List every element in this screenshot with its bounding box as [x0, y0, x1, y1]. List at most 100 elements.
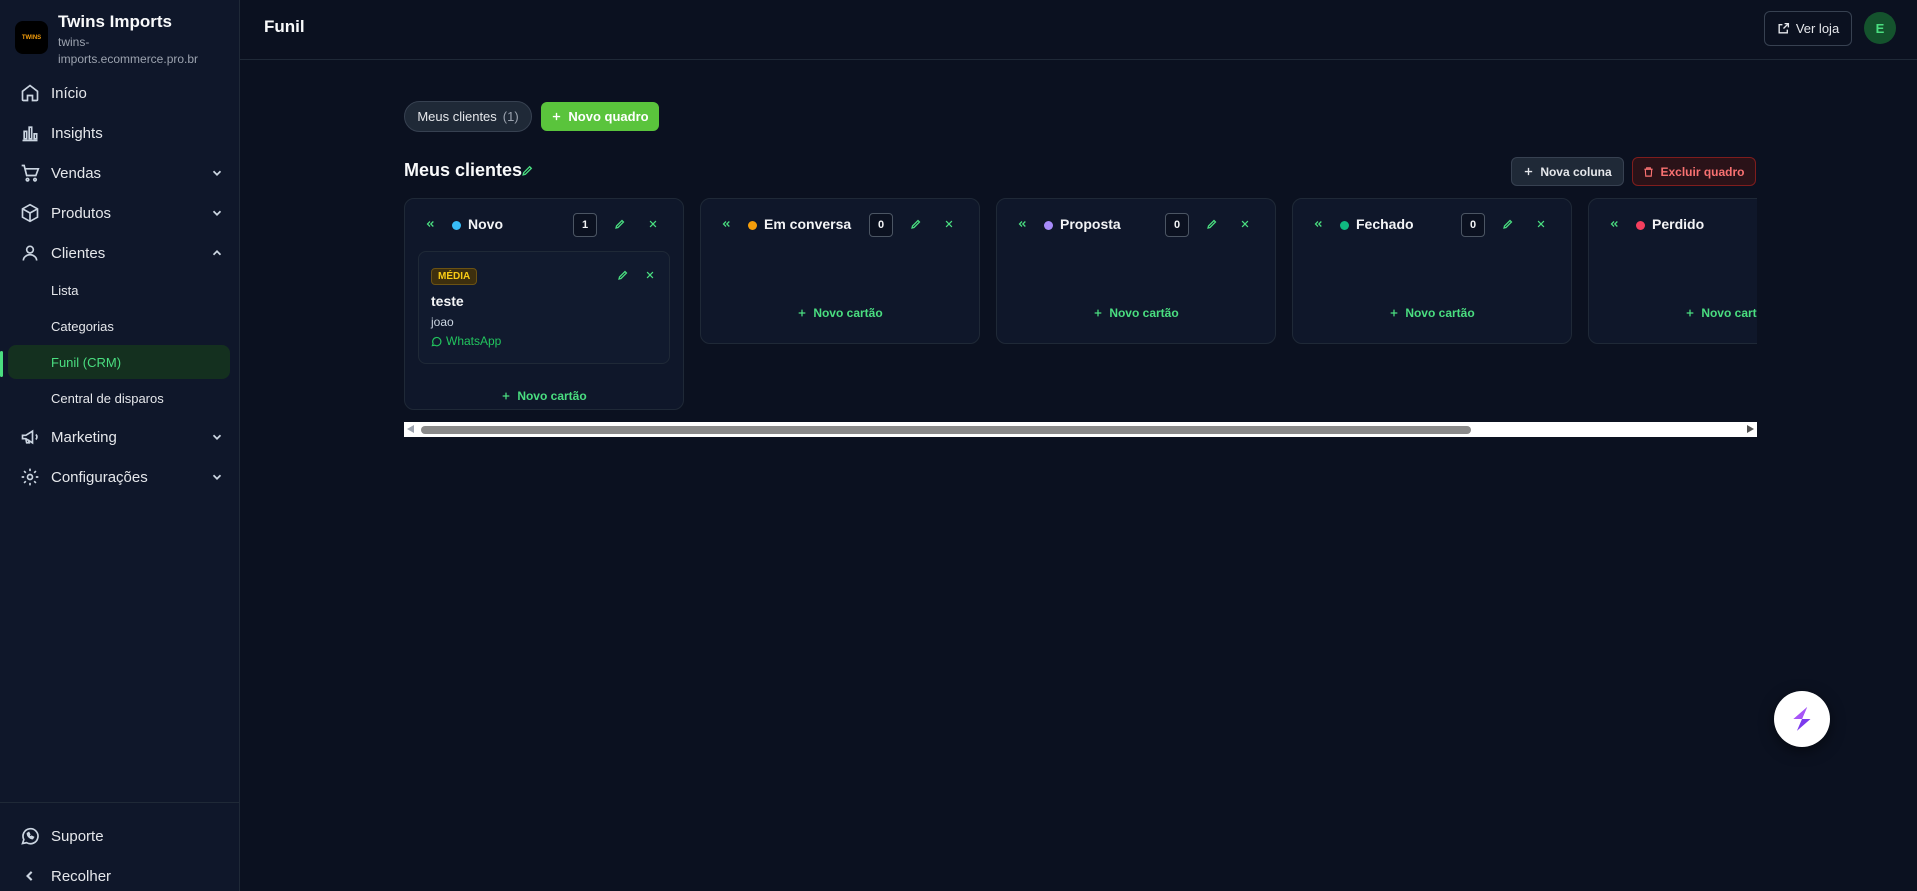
- new-board-button[interactable]: Novo quadro: [541, 102, 659, 131]
- column-color-dot: [1044, 221, 1053, 230]
- sidebar-item-produtos[interactable]: Produtos: [8, 195, 232, 231]
- scrollbar-thumb[interactable]: [421, 426, 1471, 434]
- chevron-down-icon: [210, 470, 224, 484]
- add-card-label: Novo cartão: [1405, 306, 1475, 320]
- active-indicator: [0, 351, 3, 377]
- sidebar-subitem-label: Lista: [51, 282, 79, 298]
- column-count: 1: [573, 213, 597, 237]
- horizontal-scrollbar[interactable]: [404, 422, 1757, 437]
- whatsapp-icon: [431, 336, 442, 347]
- brand-logo: TWINS: [15, 21, 48, 54]
- pencil-icon[interactable]: [910, 218, 922, 230]
- add-card-button[interactable]: Novo cartão: [997, 293, 1275, 333]
- pencil-icon[interactable]: [617, 269, 629, 281]
- card-title: teste: [431, 293, 464, 309]
- column-color-dot: [1340, 221, 1349, 230]
- column-count: 0: [869, 213, 893, 237]
- new-column-button[interactable]: Nova coluna: [1511, 157, 1624, 186]
- board-title: Meus clientes: [404, 160, 523, 180]
- sidebar-item-marketing[interactable]: Marketing: [8, 419, 232, 455]
- sidebar-item-inicio[interactable]: Início: [8, 75, 232, 111]
- page-title: Funil: [264, 17, 305, 36]
- brand-name: Twins Imports: [58, 12, 172, 31]
- sidebar: TWINS Twins Imports twins-imports.ecomme…: [0, 0, 240, 891]
- close-icon[interactable]: [648, 219, 658, 229]
- crm-card[interactable]: MÉDIA teste joao WhatsApp: [418, 251, 670, 364]
- column-proposta: Proposta 0 Novo cartão: [996, 198, 1276, 344]
- chevron-down-icon: [210, 166, 224, 180]
- column-color-dot: [452, 221, 461, 230]
- sidebar-item-label: Marketing: [51, 428, 117, 446]
- add-card-label: Novo cartão: [813, 306, 883, 320]
- delete-board-label: Excluir quadro: [1660, 164, 1745, 179]
- scroll-left-arrow[interactable]: [407, 425, 414, 433]
- sidebar-item-clientes[interactable]: Clientes: [8, 235, 232, 271]
- sidebar-item-suporte[interactable]: Suporte: [8, 818, 232, 854]
- sidebar-item-vendas[interactable]: Vendas: [8, 155, 232, 191]
- delete-board-button[interactable]: Excluir quadro: [1632, 157, 1756, 186]
- sidebar-separator: [0, 802, 240, 803]
- cart-icon: [20, 163, 40, 183]
- column-header: Proposta 0: [997, 199, 1275, 251]
- collapse-icon[interactable]: [425, 219, 435, 229]
- pencil-icon[interactable]: [521, 164, 535, 178]
- add-card-button[interactable]: Novo cartão: [1293, 293, 1571, 333]
- board-chip-label: Meus clientes: [417, 109, 497, 124]
- avatar[interactable]: E: [1864, 12, 1896, 44]
- collapse-icon[interactable]: [1017, 219, 1027, 229]
- card-channel-label: WhatsApp: [446, 334, 502, 348]
- pencil-icon[interactable]: [1206, 218, 1218, 230]
- sidebar-item-insights[interactable]: Insights: [8, 115, 232, 151]
- collapse-icon[interactable]: [1313, 219, 1323, 229]
- brand-url: twins-imports.ecommerce.pro.br: [58, 35, 199, 66]
- add-card-button[interactable]: Novo cartão: [701, 293, 979, 333]
- view-store-button[interactable]: Ver loja: [1764, 11, 1852, 46]
- close-icon[interactable]: [944, 219, 954, 229]
- add-card-button[interactable]: Novo cartão: [1589, 293, 1757, 333]
- sidebar-item-label: Produtos: [51, 204, 112, 222]
- collapse-icon[interactable]: [721, 219, 731, 229]
- sidebar-item-recolher[interactable]: Recolher: [8, 858, 232, 891]
- sidebar-subitem-funil-crm[interactable]: Funil (CRM): [8, 345, 230, 379]
- sidebar-item-configuracoes[interactable]: Configurações: [8, 459, 232, 495]
- pencil-icon[interactable]: [614, 218, 626, 230]
- column-em-conversa: Em conversa 0 Novo cartão: [700, 198, 980, 344]
- board-chip-count: (1): [502, 109, 519, 124]
- gear-icon: [20, 467, 40, 487]
- sidebar-item-label: Configurações: [51, 468, 148, 486]
- card-channel[interactable]: WhatsApp: [431, 334, 501, 348]
- scroll-right-arrow[interactable]: [1747, 425, 1754, 433]
- trash-icon: [1643, 166, 1654, 178]
- sidebar-item-label: Vendas: [51, 164, 102, 182]
- pencil-icon[interactable]: [1502, 218, 1514, 230]
- megaphone-icon: [20, 427, 40, 447]
- package-icon: [20, 203, 40, 223]
- sidebar-subitem-label: Funil (CRM): [51, 354, 122, 370]
- chat-widget-button[interactable]: [1774, 691, 1830, 747]
- sidebar-item-label: Recolher: [51, 867, 112, 885]
- sidebar-item-label: Insights: [51, 124, 103, 142]
- chevron-left-icon: [20, 866, 40, 886]
- add-card-label: Novo cartão: [1109, 306, 1179, 320]
- sidebar-subitem-lista[interactable]: Lista: [8, 273, 230, 307]
- sidebar-subitem-central-disparos[interactable]: Central de disparos: [8, 381, 230, 415]
- plus-icon: [797, 308, 807, 318]
- whatsapp-icon: [20, 826, 40, 846]
- column-header: Fechado 0: [1293, 199, 1571, 251]
- collapse-icon[interactable]: [1609, 219, 1619, 229]
- sidebar-subitem-categorias[interactable]: Categorias: [8, 309, 230, 343]
- user-icon: [20, 243, 40, 263]
- add-card-button[interactable]: Novo cartão: [405, 376, 683, 410]
- brand[interactable]: TWINS Twins Imports twins-imports.ecomme…: [15, 10, 235, 70]
- add-card-label: Novo cartão: [1701, 306, 1757, 320]
- chevron-down-icon: [210, 206, 224, 220]
- close-icon[interactable]: [1240, 219, 1250, 229]
- new-board-label: Novo quadro: [568, 109, 649, 124]
- plus-icon: [551, 111, 562, 122]
- bar-chart-icon: [20, 123, 40, 143]
- plus-icon: [501, 391, 511, 401]
- close-icon[interactable]: [1536, 219, 1546, 229]
- close-icon[interactable]: [645, 270, 655, 280]
- board-chip[interactable]: Meus clientes (1): [404, 101, 532, 132]
- add-card-label: Novo cartão: [517, 389, 587, 403]
